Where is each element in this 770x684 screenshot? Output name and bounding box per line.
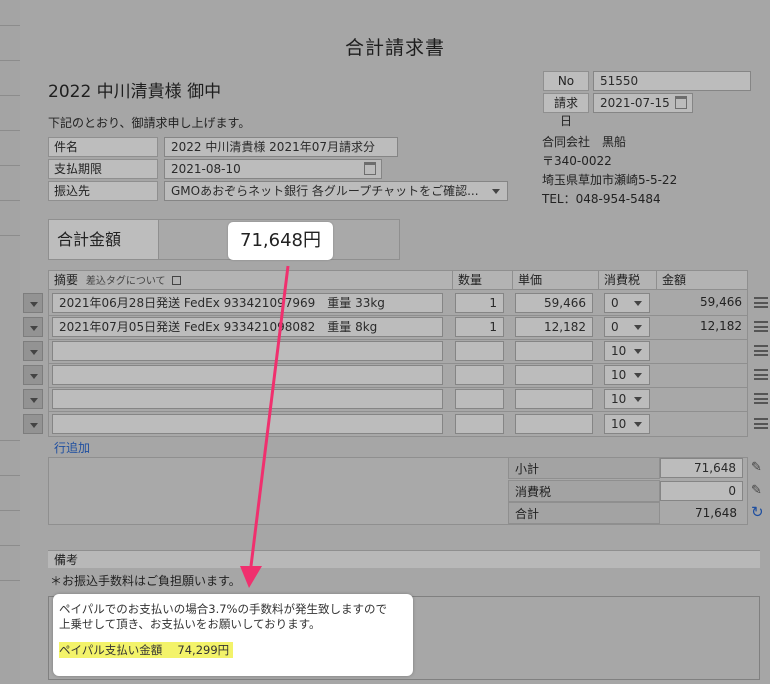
annotation-arrow (240, 265, 290, 588)
left-gutter (0, 0, 20, 684)
invoice-sheet: 合計請求書 2022 中川清貴様 御中 下記のとおり、御請求申し上げます。 No… (20, 0, 770, 684)
